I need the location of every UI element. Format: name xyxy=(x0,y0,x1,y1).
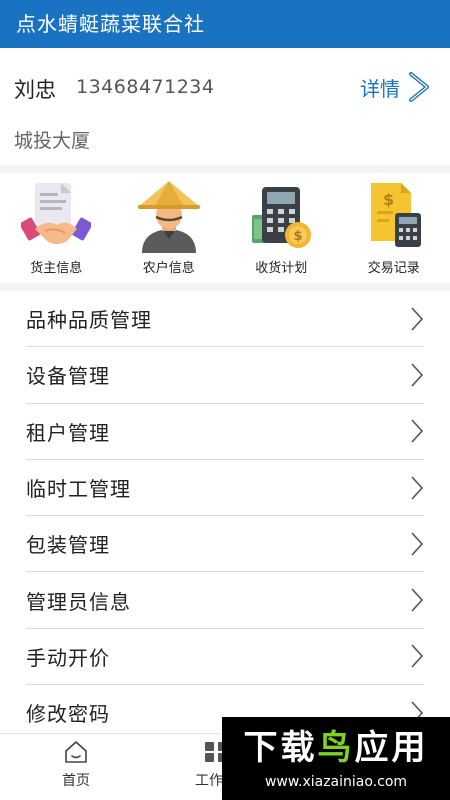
menu-item-label: 修改密码 xyxy=(26,702,110,727)
menu-item-manual-pricing[interactable]: 手动开价 xyxy=(26,629,424,686)
chevron-right-icon xyxy=(411,419,424,443)
home-icon xyxy=(65,741,87,763)
quick-action-label: 货主信息 xyxy=(30,261,83,276)
menu-item-admin-info[interactable]: 管理员信息 xyxy=(26,572,424,629)
watermark-title-part: 下载 xyxy=(243,727,318,768)
user-phone: 13468471234 xyxy=(76,76,215,98)
chevron-right-icon xyxy=(411,588,424,612)
tab-label: 首页 xyxy=(62,773,90,789)
menu-item-equipment[interactable]: 设备管理 xyxy=(26,347,424,404)
quick-action-transaction-records[interactable]: $ 交易记录 xyxy=(338,173,450,283)
chevron-right-icon xyxy=(409,72,429,102)
quick-action-label: 收货计划 xyxy=(255,261,308,276)
menu-item-label: 品种品质管理 xyxy=(26,308,152,333)
menu-item-packaging[interactable]: 包装管理 xyxy=(26,516,424,573)
section-divider xyxy=(0,283,450,291)
user-name: 刘忠 xyxy=(14,78,56,102)
menu-item-label: 包装管理 xyxy=(26,533,110,558)
page-title: 点水蜻蜓蔬菜联合社 xyxy=(16,12,205,36)
section-divider xyxy=(0,165,450,173)
quick-action-farmer-info[interactable]: 农户信息 xyxy=(113,173,226,283)
svg-text:$: $ xyxy=(294,229,303,244)
user-info-card: 刘忠 13468471234 详情 城投大厦 xyxy=(0,48,450,165)
chevron-right-icon xyxy=(411,644,424,668)
menu-item-temp-worker[interactable]: 临时工管理 xyxy=(26,460,424,517)
quick-action-label: 交易记录 xyxy=(367,261,420,276)
quick-action-shipper-info[interactable]: 货主信息 xyxy=(0,173,113,283)
menu-item-variety-quality[interactable]: 品种品质管理 xyxy=(26,291,424,348)
chevron-right-icon xyxy=(411,475,424,500)
watermark-title-part: 应用 xyxy=(354,727,429,768)
user-address: 城投大厦 xyxy=(14,130,91,152)
svg-text:$: $ xyxy=(383,190,394,209)
menu-item-label: 手动开价 xyxy=(26,645,110,670)
bill-calculator-icon: $ xyxy=(370,183,421,247)
detail-label: 详情 xyxy=(360,76,400,101)
tab-home[interactable]: 首页 xyxy=(46,740,106,790)
watermark-logo: 下载鸟应用 www.xiazainiao.com xyxy=(222,717,450,800)
watermark-title-part: 鸟 xyxy=(317,727,355,768)
settings-menu: 品种品质管理 设备管理 租户管理 临时工管理 包装管理 管理员信息 手动开价 修… xyxy=(0,291,450,742)
chevron-right-icon xyxy=(411,532,424,556)
chevron-right-icon xyxy=(411,363,424,387)
watermark-url: www.xiazainiao.com xyxy=(264,773,408,790)
quick-action-receiving-plan[interactable]: $ 收货计划 xyxy=(225,173,338,283)
menu-item-label: 设备管理 xyxy=(26,364,110,389)
watermark-title: 下载鸟应用 xyxy=(244,728,429,768)
app-header: 点水蜻蜓蔬菜联合社 xyxy=(0,0,450,48)
farmer-icon xyxy=(137,181,200,253)
menu-item-label: 管理员信息 xyxy=(26,589,131,614)
handshake-document-icon xyxy=(21,183,92,244)
menu-item-label: 临时工管理 xyxy=(26,477,131,502)
menu-item-tenant[interactable]: 租户管理 xyxy=(26,404,424,460)
menu-item-label: 租户管理 xyxy=(26,420,110,445)
calculator-coin-icon: $ xyxy=(252,187,312,248)
chevron-right-icon xyxy=(411,307,424,331)
detail-link[interactable]: 详情 xyxy=(360,70,432,104)
quick-action-label: 农户信息 xyxy=(142,261,195,276)
quick-actions: 货主信息 农户信息 $ 收货计划 $ 交易记录 xyxy=(0,173,450,283)
